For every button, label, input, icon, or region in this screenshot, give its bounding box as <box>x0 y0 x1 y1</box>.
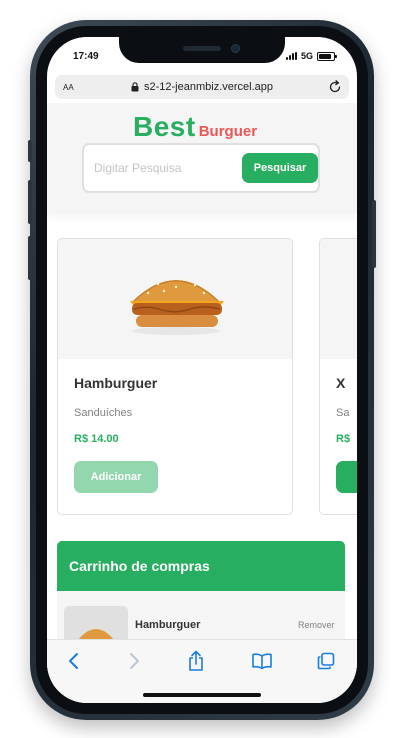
cart-header: Carrinho de compras <box>57 541 345 591</box>
search-input[interactable] <box>94 158 234 178</box>
signal-icon <box>285 52 297 60</box>
bookmarks-icon <box>252 653 272 670</box>
phone-screen: 17:49 5G AA s2-12-jeanmbiz.vercel.app Be… <box>47 37 357 703</box>
product-price: R$ <box>336 433 351 445</box>
cart-item-name: Hamburguer <box>135 619 201 631</box>
product-category: Sa <box>336 407 350 419</box>
search-box: Pesquisar <box>82 143 320 193</box>
back-button[interactable] <box>63 650 85 672</box>
side-button-volume-up <box>28 180 32 224</box>
lock-icon <box>131 82 139 92</box>
burger-image <box>78 629 114 639</box>
url-text: s2-12-jeanmbiz.vercel.app <box>144 81 274 93</box>
forward-icon <box>130 653 139 669</box>
tabs-button[interactable] <box>315 650 337 672</box>
web-page: Best Burguer Pesquisar <box>47 103 357 639</box>
back-icon <box>69 653 78 669</box>
logo-best: Best <box>133 111 196 142</box>
notch <box>119 37 285 63</box>
side-button-power <box>372 200 376 268</box>
battery-level <box>319 53 331 59</box>
address-bar[interactable]: AA s2-12-jeanmbiz.vercel.app <box>55 75 349 99</box>
cart-title: Carrinho de compras <box>69 558 210 574</box>
add-to-cart-button[interactable]: Adicionar <box>74 461 158 493</box>
product-card: Hamburguer Sanduíches R$ 14.00 Adicionar <box>57 238 293 515</box>
status-time: 17:49 <box>73 51 99 62</box>
network-label: 5G <box>300 51 313 61</box>
add-to-cart-button[interactable] <box>336 461 357 493</box>
logo-burguer: Burguer <box>198 123 258 140</box>
tabs-icon <box>317 652 335 670</box>
product-image <box>320 239 357 359</box>
home-indicator[interactable] <box>143 693 261 697</box>
text-size-label: AA <box>63 83 74 92</box>
text-size-button[interactable]: AA <box>63 81 74 93</box>
product-name: X <box>336 375 346 391</box>
product-image <box>58 239 292 359</box>
status-indicators: 5G <box>285 51 337 61</box>
url-display[interactable]: s2-12-jeanmbiz.vercel.app <box>131 81 273 93</box>
share-button[interactable] <box>185 650 207 672</box>
product-price: R$ 14.00 <box>74 433 119 445</box>
product-name: Hamburguer <box>74 375 158 391</box>
cart-item-image <box>64 606 128 639</box>
speaker-grille <box>183 46 221 51</box>
phone-mockup: 17:49 5G AA s2-12-jeanmbiz.vercel.app Be… <box>0 0 402 738</box>
reload-icon[interactable] <box>327 79 343 95</box>
remove-item-button[interactable]: Remover <box>298 620 335 630</box>
burger-image <box>130 275 224 335</box>
product-card: X Sa R$ <box>319 238 357 515</box>
forward-button[interactable] <box>123 650 145 672</box>
front-camera <box>231 44 240 53</box>
share-icon <box>189 650 203 671</box>
cart-item: Hamburguer Remover <box>57 591 345 639</box>
site-header: Best Burguer Pesquisar <box>47 103 357 213</box>
side-button-mute <box>28 140 32 162</box>
bookmarks-button[interactable] <box>251 650 273 672</box>
search-button[interactable]: Pesquisar <box>242 153 318 183</box>
side-button-volume-down <box>28 236 32 280</box>
site-logo[interactable]: Best Burguer <box>133 111 257 143</box>
battery-icon <box>317 51 337 61</box>
shopping-cart: Carrinho de compras Hamburguer Remover <box>57 541 345 639</box>
product-category: Sanduíches <box>74 407 133 419</box>
